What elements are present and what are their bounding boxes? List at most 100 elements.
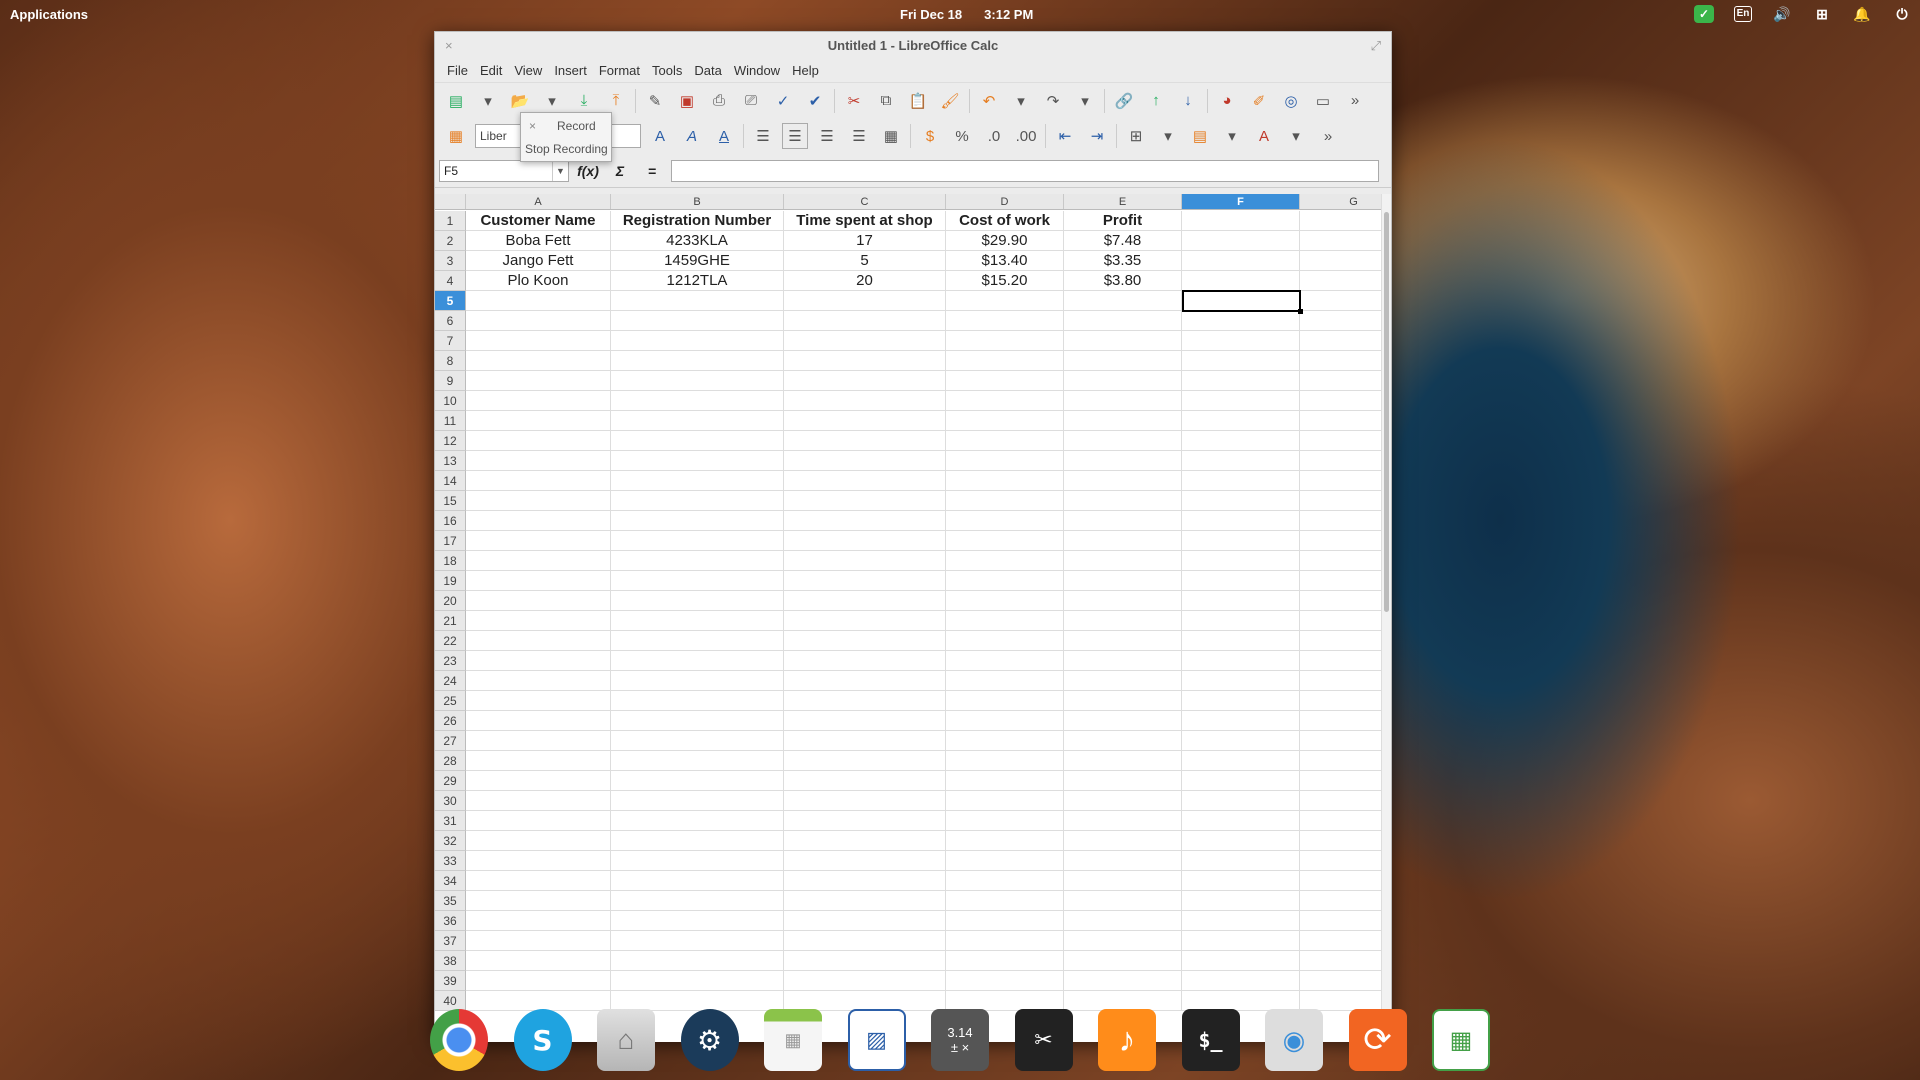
new-document-icon[interactable]: ▤ xyxy=(443,88,469,114)
delete-decimal-icon[interactable]: .00 xyxy=(1013,123,1039,149)
cell-a19[interactable] xyxy=(466,571,611,591)
cell-d20[interactable] xyxy=(946,591,1064,611)
cell-f22[interactable] xyxy=(1182,631,1300,651)
row-header[interactable]: 16 xyxy=(435,511,466,531)
menu-file[interactable]: File xyxy=(441,60,474,82)
spreadsheet-icon[interactable]: ▦ xyxy=(1432,1009,1490,1071)
cell-a4[interactable]: Plo Koon xyxy=(466,271,611,291)
cell-g22[interactable] xyxy=(1300,631,1391,651)
formula-input[interactable] xyxy=(671,159,1379,182)
cell-f35[interactable] xyxy=(1182,891,1300,911)
cell-a29[interactable] xyxy=(466,771,611,791)
cell-c1[interactable]: Time spent at shop xyxy=(784,211,946,231)
sort-ascending-icon[interactable]: ↑ xyxy=(1143,88,1169,114)
row-header[interactable]: 4 xyxy=(435,271,466,291)
undo-dropdown-icon[interactable]: ▾ xyxy=(1008,88,1034,114)
cell-b23[interactable] xyxy=(611,651,784,671)
function-wizard-icon[interactable]: f(x) xyxy=(575,163,601,179)
undo-icon[interactable]: ↶ xyxy=(976,88,1002,114)
format-overflow-icon[interactable]: » xyxy=(1315,123,1341,149)
print-preview-icon[interactable]: ⎚ xyxy=(738,88,764,114)
menu-data[interactable]: Data xyxy=(688,60,727,82)
increase-indent-icon[interactable]: ⇥ xyxy=(1084,123,1110,149)
row-header[interactable]: 35 xyxy=(435,891,466,911)
cell-a6[interactable] xyxy=(466,311,611,331)
cell-g23[interactable] xyxy=(1300,651,1391,671)
cell-g30[interactable] xyxy=(1300,791,1391,811)
software-update-icon[interactable]: ⟳ xyxy=(1348,1009,1407,1071)
cell-g34[interactable] xyxy=(1300,871,1391,891)
files-icon[interactable]: ⌂ xyxy=(597,1009,655,1071)
terminal-icon[interactable]: $_ xyxy=(1181,1009,1240,1071)
maximize-icon[interactable]: ⤢ xyxy=(1371,32,1381,60)
cell-a5[interactable] xyxy=(466,291,611,311)
cell-e27[interactable] xyxy=(1064,731,1182,751)
cell-c17[interactable] xyxy=(784,531,946,551)
cell-a15[interactable] xyxy=(466,491,611,511)
row-header[interactable]: 10 xyxy=(435,391,466,411)
align-left-icon[interactable]: ☰ xyxy=(750,123,776,149)
cell-e12[interactable] xyxy=(1064,431,1182,451)
cell-c39[interactable] xyxy=(784,971,946,991)
row-header[interactable]: 1 xyxy=(435,211,466,231)
network-icon[interactable]: ⊞ xyxy=(1812,5,1832,23)
cell-b2[interactable]: 4233KLA xyxy=(611,231,784,251)
cell-e1[interactable]: Profit xyxy=(1064,211,1182,231)
cell-a11[interactable] xyxy=(466,411,611,431)
cell-c8[interactable] xyxy=(784,351,946,371)
cell-f3[interactable] xyxy=(1182,251,1300,271)
cell-d10[interactable] xyxy=(946,391,1064,411)
cell-d2[interactable]: $29.90 xyxy=(946,231,1064,251)
close-icon[interactable]: × xyxy=(529,119,536,133)
cell-g8[interactable] xyxy=(1300,351,1391,371)
cell-e16[interactable] xyxy=(1064,511,1182,531)
cell-e7[interactable] xyxy=(1064,331,1182,351)
export-icon[interactable]: ⤒ xyxy=(603,88,629,114)
row-header[interactable]: 38 xyxy=(435,951,466,971)
row-header[interactable]: 31 xyxy=(435,811,466,831)
scrollbar-thumb[interactable] xyxy=(1384,212,1389,612)
cell-d33[interactable] xyxy=(946,851,1064,871)
decrease-indent-icon[interactable]: ⇤ xyxy=(1052,123,1078,149)
cell-e33[interactable] xyxy=(1064,851,1182,871)
cell-c24[interactable] xyxy=(784,671,946,691)
cell-g26[interactable] xyxy=(1300,711,1391,731)
cell-b21[interactable] xyxy=(611,611,784,631)
cell-f12[interactable] xyxy=(1182,431,1300,451)
row-header[interactable]: 20 xyxy=(435,591,466,611)
row-header[interactable]: 13 xyxy=(435,451,466,471)
cell-g21[interactable] xyxy=(1300,611,1391,631)
styles-icon[interactable]: ▦ xyxy=(443,123,469,149)
cell-e35[interactable] xyxy=(1064,891,1182,911)
cell-e37[interactable] xyxy=(1064,931,1182,951)
cell-d6[interactable] xyxy=(946,311,1064,331)
cell-g10[interactable] xyxy=(1300,391,1391,411)
cell-d29[interactable] xyxy=(946,771,1064,791)
cell-f7[interactable] xyxy=(1182,331,1300,351)
cell-d39[interactable] xyxy=(946,971,1064,991)
cell-g20[interactable] xyxy=(1300,591,1391,611)
cell-f16[interactable] xyxy=(1182,511,1300,531)
settings-toggle-icon[interactable]: ◉ xyxy=(1265,1009,1323,1071)
cell-e34[interactable] xyxy=(1064,871,1182,891)
cell-f11[interactable] xyxy=(1182,411,1300,431)
cell-f28[interactable] xyxy=(1182,751,1300,771)
cell-c20[interactable] xyxy=(784,591,946,611)
row-header[interactable]: 27 xyxy=(435,731,466,751)
cell-b1[interactable]: Registration Number xyxy=(611,211,784,231)
cell-c27[interactable] xyxy=(784,731,946,751)
cell-a10[interactable] xyxy=(466,391,611,411)
menu-edit[interactable]: Edit xyxy=(474,60,508,82)
cell-c13[interactable] xyxy=(784,451,946,471)
cell-g3[interactable] xyxy=(1300,251,1391,271)
cell-g33[interactable] xyxy=(1300,851,1391,871)
cell-g31[interactable] xyxy=(1300,811,1391,831)
row-header[interactable]: 11 xyxy=(435,411,466,431)
vertical-scrollbar[interactable] xyxy=(1381,194,1391,1042)
cell-c10[interactable] xyxy=(784,391,946,411)
cell-e18[interactable] xyxy=(1064,551,1182,571)
cell-b11[interactable] xyxy=(611,411,784,431)
cell-g14[interactable] xyxy=(1300,471,1391,491)
cell-b7[interactable] xyxy=(611,331,784,351)
cell-c9[interactable] xyxy=(784,371,946,391)
